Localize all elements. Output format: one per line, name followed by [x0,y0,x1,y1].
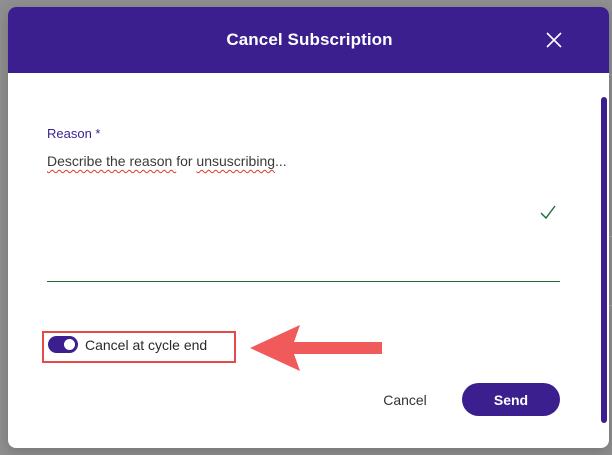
dialog-title: Cancel Subscription [226,30,393,49]
send-button[interactable]: Send [462,383,560,416]
reason-label: Reason * [47,126,101,141]
reason-text-segment: for [176,153,193,169]
annotation-highlight-box [42,331,236,363]
dialog-header: Cancel Subscription [8,7,609,73]
annotation-arrow-icon [250,325,382,371]
reason-textarea[interactable]: Describe the reason for unsuscribing... [47,153,287,169]
reason-text-segment: Describe the reason [47,153,177,169]
check-icon [540,205,556,220]
reason-text-misspelled: unsuscribing [196,153,276,169]
cancel-subscription-dialog: Cancel Subscription Reason * Describe th… [8,7,609,448]
reason-text-segment: ... [275,153,287,169]
cancel-button[interactable]: Cancel [370,384,440,416]
close-button[interactable] [539,25,569,55]
reason-field-underline [47,281,560,282]
close-icon [546,32,562,48]
scrollbar[interactable] [601,97,607,423]
